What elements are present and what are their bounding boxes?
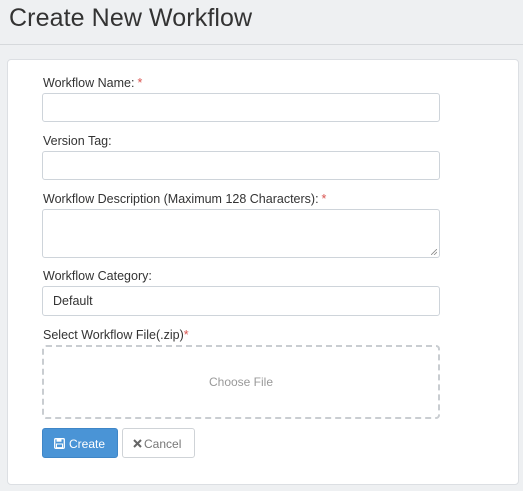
required-marker: * [137,76,143,90]
cancel-button[interactable]: Cancel [122,428,195,458]
resize-grip-icon[interactable] [431,249,437,255]
page-title: Create New Workflow [9,4,253,32]
create-button-label: Create [69,436,106,451]
required-marker: * [183,328,189,342]
create-workflow-form: Workflow Name: * Version Tag: Workflow De… [7,59,519,485]
workflow-name-input[interactable] [42,93,440,122]
page-header: Create New Workflow [0,0,523,45]
workflow-description-label-text: Workflow Description (Maximum 128 Charac… [43,192,319,206]
file-dropzone[interactable]: Choose File [42,345,440,419]
workflow-description-label: Workflow Description (Maximum 128 Charac… [43,192,326,206]
version-tag-label: Version Tag: [43,134,112,148]
required-marker: * [321,192,327,206]
floppy-disk-icon [54,438,65,450]
workflow-file-label: Select Workflow File(.zip)* [43,328,189,342]
workflow-name-label: Workflow Name: * [43,76,142,90]
choose-file-text: Choose File [208,375,274,389]
cancel-button-label: Cancel [144,436,182,451]
workflow-file-label-text: Select Workflow File(.zip) [43,328,184,342]
create-button[interactable]: Create [42,428,118,458]
workflow-category-label: Workflow Category: [43,269,152,283]
close-icon [133,439,142,449]
workflow-category-select[interactable]: Default [42,286,440,316]
workflow-description-textarea[interactable] [42,209,440,258]
workflow-name-label-text: Workflow Name: [43,76,135,90]
version-tag-input[interactable] [42,151,440,180]
